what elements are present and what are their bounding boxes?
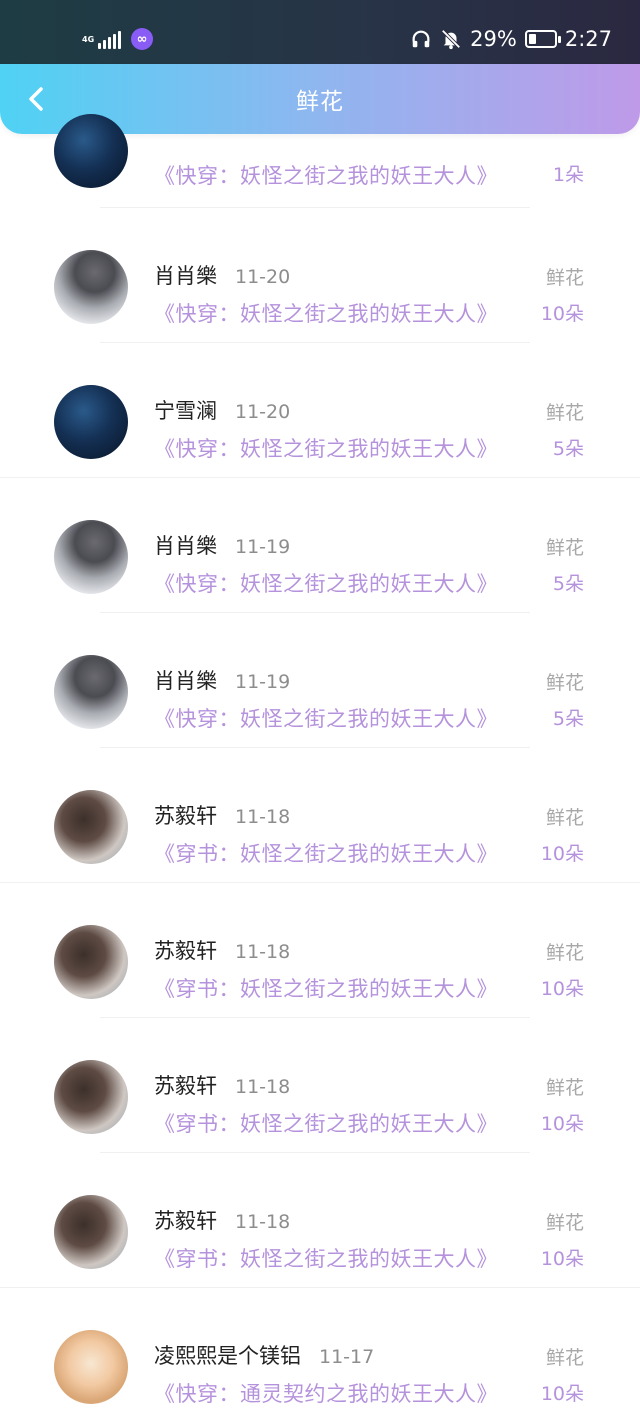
date: 11-18 [235, 1211, 291, 1233]
list-item[interactable]: 宁雪澜 11-20 《快穿：妖怪之街之我的妖王大人》 鲜花 5朵 [0, 343, 640, 478]
avatar[interactable] [54, 925, 128, 999]
headphones-icon [412, 30, 430, 48]
avatar[interactable] [54, 385, 128, 459]
name-row: 苏毅轩 11-18 [154, 1070, 290, 1100]
user-name[interactable]: 苏毅轩 [154, 1070, 217, 1100]
date: 11-19 [235, 536, 291, 558]
date: 11-18 [235, 806, 291, 828]
gift-label: 鲜花 [545, 267, 584, 289]
avatar[interactable] [54, 520, 128, 594]
avatar[interactable] [54, 1195, 128, 1269]
name-row: 苏毅轩 11-18 [154, 935, 290, 965]
book-title[interactable]: 《穿书：妖怪之街之我的妖王大人》 [154, 838, 498, 868]
avatar[interactable] [54, 1060, 128, 1134]
name-row: 宁雪澜 11-20 [154, 395, 290, 425]
name-row: 凌熙熙是个镁铝 11-17 [154, 1340, 374, 1370]
book-title[interactable]: 《快穿：妖怪之街之我的妖王大人》 [154, 568, 498, 598]
avatar[interactable] [54, 250, 128, 324]
signal-icon [98, 29, 121, 49]
infinity-app-icon: ∞ [131, 28, 153, 50]
user-name[interactable]: 凌熙熙是个镁铝 [154, 1340, 301, 1370]
flower-count: 10朵 [540, 978, 584, 1000]
flower-count: 5朵 [552, 708, 584, 730]
avatar[interactable] [54, 655, 128, 729]
date: 11-19 [235, 671, 291, 693]
user-name[interactable]: 肖肖樂 [154, 530, 217, 560]
gift-label: 鲜花 [545, 807, 584, 829]
back-button[interactable] [18, 81, 54, 117]
user-name[interactable]: 宁雪澜 [154, 395, 217, 425]
name-row: 肖肖樂 11-19 [154, 530, 290, 560]
avatar[interactable] [54, 1330, 128, 1404]
book-title[interactable]: 《穿书：妖怪之街之我的妖王大人》 [154, 1243, 498, 1273]
gift-label: 鲜花 [545, 1077, 584, 1099]
battery-fill [528, 34, 536, 44]
book-title[interactable]: 《快穿：妖怪之街之我的妖王大人》 [154, 160, 498, 190]
gift-label: 鲜花 [545, 672, 584, 694]
name-row: 肖肖樂 11-20 [154, 260, 290, 290]
battery-percent: 29% [470, 27, 517, 51]
list-item[interactable]: 《快穿：妖怪之街之我的妖王大人》 1朵 [0, 114, 640, 208]
list-item[interactable]: 肖肖樂 11-19 《快穿：妖怪之街之我的妖王大人》 鲜花 5朵 [0, 478, 640, 613]
date: 11-18 [235, 941, 291, 963]
flower-count: 10朵 [540, 1383, 584, 1405]
gift-label: 鲜花 [545, 537, 584, 559]
status-left: 4G ∞ [82, 26, 153, 52]
list-item[interactable]: 肖肖樂 11-20 《快穿：妖怪之街之我的妖王大人》 鲜花 10朵 [0, 208, 640, 343]
gift-label: 鲜花 [545, 402, 584, 424]
gift-label: 鲜花 [545, 1212, 584, 1234]
list-item[interactable]: 凌熙熙是个镁铝 11-17 《快穿：通灵契约之我的妖王大人》 鲜花 10朵 [0, 1288, 640, 1422]
name-row: 苏毅轩 11-18 [154, 800, 290, 830]
flower-list: 《快穿：妖怪之街之我的妖王大人》 1朵 肖肖樂 11-20 《快穿：妖怪之街之我… [0, 114, 640, 1422]
date: 11-20 [235, 266, 291, 288]
date: 11-20 [235, 401, 291, 423]
user-name[interactable]: 苏毅轩 [154, 800, 217, 830]
book-title[interactable]: 《快穿：妖怪之街之我的妖王大人》 [154, 703, 498, 733]
bell-off-icon [441, 29, 461, 50]
flower-count: 5朵 [552, 573, 584, 595]
user-name[interactable]: 苏毅轩 [154, 1205, 217, 1235]
book-title[interactable]: 《穿书：妖怪之街之我的妖王大人》 [154, 1108, 498, 1138]
chevron-left-icon [29, 87, 43, 111]
flower-count: 10朵 [540, 1248, 584, 1270]
user-name[interactable]: 肖肖樂 [154, 260, 217, 290]
list-item[interactable]: 苏毅轩 11-18 《穿书：妖怪之街之我的妖王大人》 鲜花 10朵 [0, 748, 640, 883]
name-row: 肖肖樂 11-19 [154, 665, 290, 695]
network-type: 4G [82, 34, 95, 44]
user-name[interactable]: 肖肖樂 [154, 665, 217, 695]
flower-count: 10朵 [540, 303, 584, 325]
date: 11-17 [319, 1346, 375, 1368]
flower-count: 5朵 [552, 438, 584, 460]
list-item[interactable]: 肖肖樂 11-19 《快穿：妖怪之街之我的妖王大人》 鲜花 5朵 [0, 613, 640, 748]
list-item[interactable]: 苏毅轩 11-18 《穿书：妖怪之街之我的妖王大人》 鲜花 10朵 [0, 883, 640, 1018]
page-title: 鲜花 [296, 89, 344, 115]
date: 11-18 [235, 1076, 291, 1098]
gift-label: 鲜花 [545, 942, 584, 964]
book-title[interactable]: 《穿书：妖怪之街之我的妖王大人》 [154, 973, 498, 1003]
battery-icon [524, 30, 561, 48]
clock-time: 2:27 [564, 27, 612, 51]
book-title[interactable]: 《快穿：妖怪之街之我的妖王大人》 [154, 298, 498, 328]
name-row: 苏毅轩 11-18 [154, 1205, 290, 1235]
book-title[interactable]: 《快穿：通灵契约之我的妖王大人》 [154, 1378, 498, 1408]
list-item[interactable]: 苏毅轩 11-18 《穿书：妖怪之街之我的妖王大人》 鲜花 10朵 [0, 1153, 640, 1288]
gift-label: 鲜花 [545, 1347, 584, 1369]
list-item[interactable]: 苏毅轩 11-18 《穿书：妖怪之街之我的妖王大人》 鲜花 10朵 [0, 1018, 640, 1153]
flower-count: 1朵 [552, 164, 584, 186]
book-title[interactable]: 《快穿：妖怪之街之我的妖王大人》 [154, 433, 498, 463]
avatar[interactable] [54, 790, 128, 864]
user-name[interactable]: 苏毅轩 [154, 935, 217, 965]
avatar[interactable] [54, 114, 128, 188]
flower-count: 10朵 [540, 1113, 584, 1135]
flower-count: 10朵 [540, 843, 584, 865]
status-right: 29% 2:27 [410, 24, 612, 54]
